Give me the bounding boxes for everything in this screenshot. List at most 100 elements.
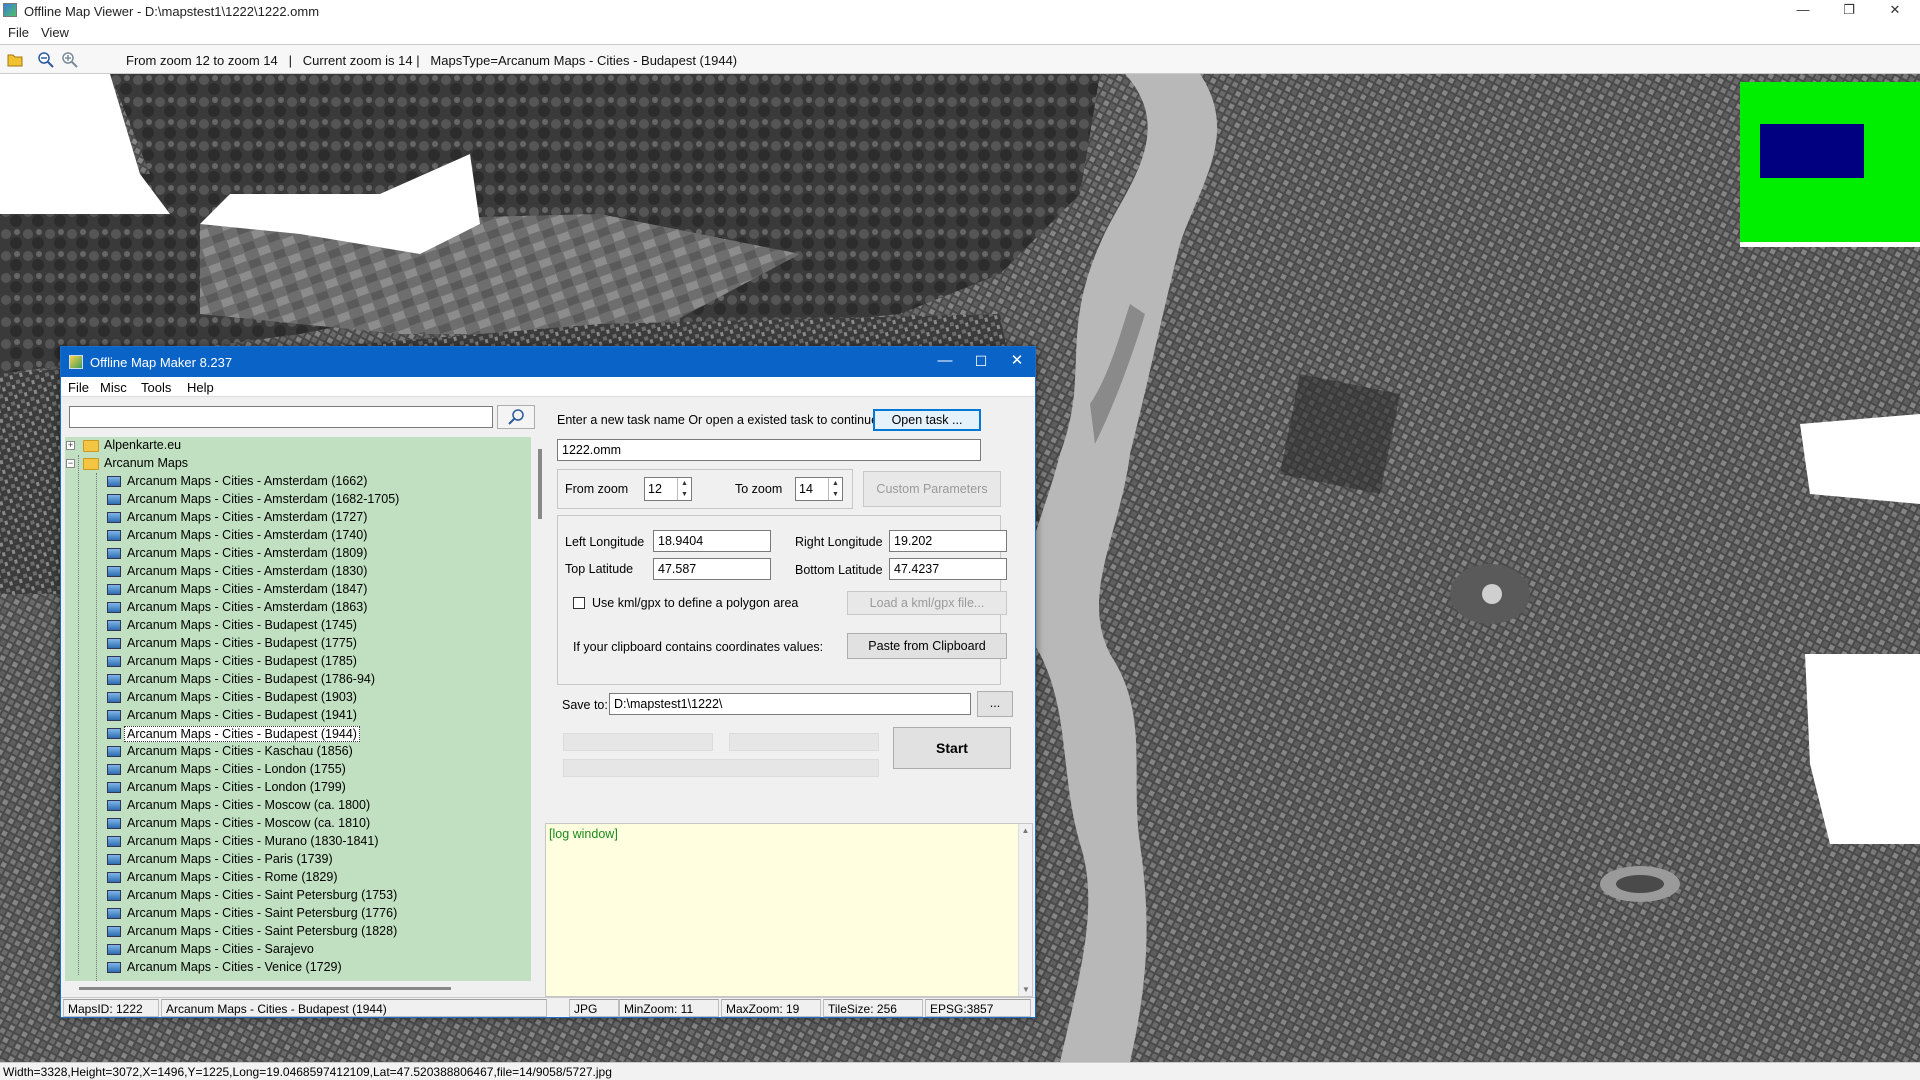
log-window[interactable]: [log window] ▲ ▼ <box>545 823 1033 997</box>
top-latitude-label: Top Latitude <box>565 562 634 576</box>
kml-checkbox[interactable] <box>573 597 585 609</box>
status-maps-id: MapsID: 1222 <box>63 999 159 1017</box>
dialog-minimize-button[interactable]: — <box>927 350 963 374</box>
tree-map-item[interactable]: Arcanum Maps - Cities - Amsterdam (1847) <box>65 581 531 599</box>
tree-map-item[interactable]: Arcanum Maps - Cities - Sarajevo <box>65 941 531 959</box>
progress-bar-total <box>563 759 879 777</box>
tree-node-alpenkarte[interactable]: + Alpenkarte.eu <box>65 437 531 455</box>
tree-map-item[interactable]: Arcanum Maps - Cities - London (1755) <box>65 761 531 779</box>
stepper-arrows[interactable]: ▲ ▼ <box>828 478 842 500</box>
folder-icon <box>83 440 99 452</box>
minimap[interactable] <box>1740 82 1920 247</box>
tree-item-label: Arcanum Maps - Cities - Moscow (ca. 1810… <box>127 816 371 830</box>
task-name-field[interactable]: 1222.omm <box>557 439 981 461</box>
bottom-latitude-field[interactable]: 47.4237 <box>889 558 1007 580</box>
tree-map-item[interactable]: Arcanum Maps - Cities - Budapest (1944) <box>65 725 531 743</box>
map-layer-icon <box>107 944 121 955</box>
clipboard-label: If your clipboard contains coordinates v… <box>573 640 824 654</box>
tree-map-item[interactable]: Arcanum Maps - Cities - Budapest (1745) <box>65 617 531 635</box>
dialog-menu-misc[interactable]: Misc <box>100 380 127 395</box>
restore-button[interactable]: ❐ <box>1826 0 1872 22</box>
tree-map-item[interactable]: Arcanum Maps - Cities - Amsterdam (1727) <box>65 509 531 527</box>
tree-map-item[interactable]: Arcanum Maps - Cities - Budapest (1941) <box>65 707 531 725</box>
tree-item-label: Arcanum Maps - Cities - Budapest (1786-9… <box>127 672 376 686</box>
from-zoom-stepper[interactable]: 12 ▲ ▼ <box>644 477 692 501</box>
map-layer-icon <box>107 836 121 847</box>
scroll-up-icon[interactable]: ▲ <box>1019 826 1032 835</box>
tree-map-item[interactable]: Arcanum Maps - Cities - Paris (1739) <box>65 851 531 869</box>
start-button[interactable]: Start <box>893 727 1011 769</box>
dialog-title-bar: Offline Map Maker 8.237 — ☐ ✕ <box>61 347 1035 377</box>
tree-map-item[interactable]: Arcanum Maps - Cities - Budapest (1785) <box>65 653 531 671</box>
right-longitude-field[interactable]: 19.202 <box>889 530 1007 552</box>
scrollbar-thumb[interactable] <box>79 987 451 990</box>
minimize-button[interactable]: — <box>1780 0 1826 22</box>
tree-map-item[interactable]: Arcanum Maps - Cities - Budapest (1786-9… <box>65 671 531 689</box>
custom-parameters-button[interactable]: Custom Parameters <box>863 471 1001 507</box>
menu-view[interactable]: View <box>41 25 69 40</box>
tree-map-item[interactable]: Arcanum Maps - Cities - Moscow (ca. 1800… <box>65 797 531 815</box>
tree-map-item[interactable]: Arcanum Maps - Cities - Budapest (1903) <box>65 689 531 707</box>
search-icon <box>508 409 524 425</box>
load-kml-button[interactable]: Load a kml/gpx file... <box>847 591 1007 615</box>
dialog-menu-help[interactable]: Help <box>187 380 214 395</box>
menu-file[interactable]: File <box>8 25 29 40</box>
dialog-maximize-button[interactable]: ☐ <box>963 350 999 374</box>
minimap-viewport[interactable] <box>1760 124 1864 178</box>
tree-map-item[interactable]: Arcanum Maps - Cities - Rome (1829) <box>65 869 531 887</box>
tree-horizontal-scrollbar[interactable] <box>65 983 531 993</box>
dialog-menu-file[interactable]: File <box>68 380 89 395</box>
tree-item-label: Arcanum Maps - Cities - London (1799) <box>127 780 346 794</box>
map-search-input[interactable] <box>69 406 493 428</box>
scroll-down-icon[interactable]: ▼ <box>1019 985 1033 994</box>
tree-map-item[interactable]: Arcanum Maps - Cities - Saint Petersburg… <box>65 923 531 941</box>
tree-map-item[interactable]: Arcanum Maps - Cities - Saint Petersburg… <box>65 887 531 905</box>
zoom-in-icon[interactable] <box>61 51 78 68</box>
tree-map-item[interactable]: Arcanum Maps - Cities - Amsterdam (1830) <box>65 563 531 581</box>
tree-item-label: Arcanum Maps - Cities - Paris (1739) <box>127 852 333 866</box>
tree-map-item[interactable]: Arcanum Maps - Cities - Amsterdam (1809) <box>65 545 531 563</box>
tree-item-label: Arcanum Maps - Cities - Budapest (1903) <box>127 690 357 704</box>
map-layer-icon <box>107 674 121 685</box>
zoom-out-icon[interactable] <box>37 51 54 68</box>
tree-vertical-scrollbar[interactable] <box>535 437 545 981</box>
zoom-info-text: From zoom 12 to zoom 14 | Current zoom i… <box>126 53 738 68</box>
tree-map-item[interactable]: Arcanum Maps - Cities - Murano (1830-184… <box>65 833 531 851</box>
open-folder-icon[interactable] <box>7 51 24 68</box>
paste-from-clipboard-button[interactable]: Paste from Clipboard <box>847 633 1007 659</box>
map-source-tree[interactable]: + Alpenkarte.eu − Arcanum Maps Arcanum M… <box>65 437 531 981</box>
tree-item-label: Arcanum Maps - Cities - Budapest (1785) <box>127 654 357 668</box>
open-folder-icon <box>83 458 99 470</box>
save-path-field[interactable]: D:\mapstest1\1222\ <box>609 693 971 715</box>
tree-map-item[interactable]: Arcanum Maps - Cities - Moscow (ca. 1810… <box>65 815 531 833</box>
tree-map-item[interactable]: Arcanum Maps - Cities - Amsterdam (1662) <box>65 473 531 491</box>
map-layer-icon <box>107 926 121 937</box>
progress-bar-1 <box>563 733 713 751</box>
scrollbar-thumb[interactable] <box>538 449 542 519</box>
map-search-button[interactable] <box>497 405 535 429</box>
open-task-button[interactable]: Open task ... <box>873 409 981 431</box>
tree-map-item[interactable]: Arcanum Maps - Cities - Amsterdam (1682-… <box>65 491 531 509</box>
top-latitude-field[interactable]: 47.587 <box>653 558 771 580</box>
tree-map-item[interactable]: Arcanum Maps - Cities - London (1799) <box>65 779 531 797</box>
collapse-icon[interactable]: − <box>66 459 75 468</box>
browse-button[interactable]: ... <box>977 691 1013 717</box>
tree-item-label: Arcanum Maps - Cities - Amsterdam (1682-… <box>127 492 400 506</box>
tree-map-item[interactable]: Arcanum Maps - Cities - Amsterdam (1863) <box>65 599 531 617</box>
tree-item-label: Arcanum Maps - Cities - Budapest (1775) <box>127 636 357 650</box>
tree-map-item[interactable]: Arcanum Maps - Cities - Kaschau (1856) <box>65 743 531 761</box>
left-longitude-field[interactable]: 18.9404 <box>653 530 771 552</box>
dialog-close-button[interactable]: ✕ <box>999 350 1035 374</box>
tree-map-item[interactable]: Arcanum Maps - Cities - Saint Petersburg… <box>65 905 531 923</box>
dialog-menu-tools[interactable]: Tools <box>141 380 171 395</box>
log-scrollbar[interactable]: ▲ ▼ <box>1018 824 1032 996</box>
tree-map-item[interactable]: Arcanum Maps - Cities - Amsterdam (1740) <box>65 527 531 545</box>
tree-map-item[interactable]: Arcanum Maps - Cities - Budapest (1775) <box>65 635 531 653</box>
stepper-arrows[interactable]: ▲ ▼ <box>677 478 691 500</box>
close-button[interactable]: ✕ <box>1872 0 1918 22</box>
tree-map-item[interactable]: Arcanum Maps - Cities - Venice (1729) <box>65 959 531 977</box>
to-zoom-stepper[interactable]: 14 ▲ ▼ <box>795 477 843 501</box>
map-maker-dialog: Offline Map Maker 8.237 — ☐ ✕ File Misc … <box>60 346 1036 1018</box>
expand-icon[interactable]: + <box>66 441 75 450</box>
tree-node-arcanum[interactable]: − Arcanum Maps <box>65 455 531 473</box>
